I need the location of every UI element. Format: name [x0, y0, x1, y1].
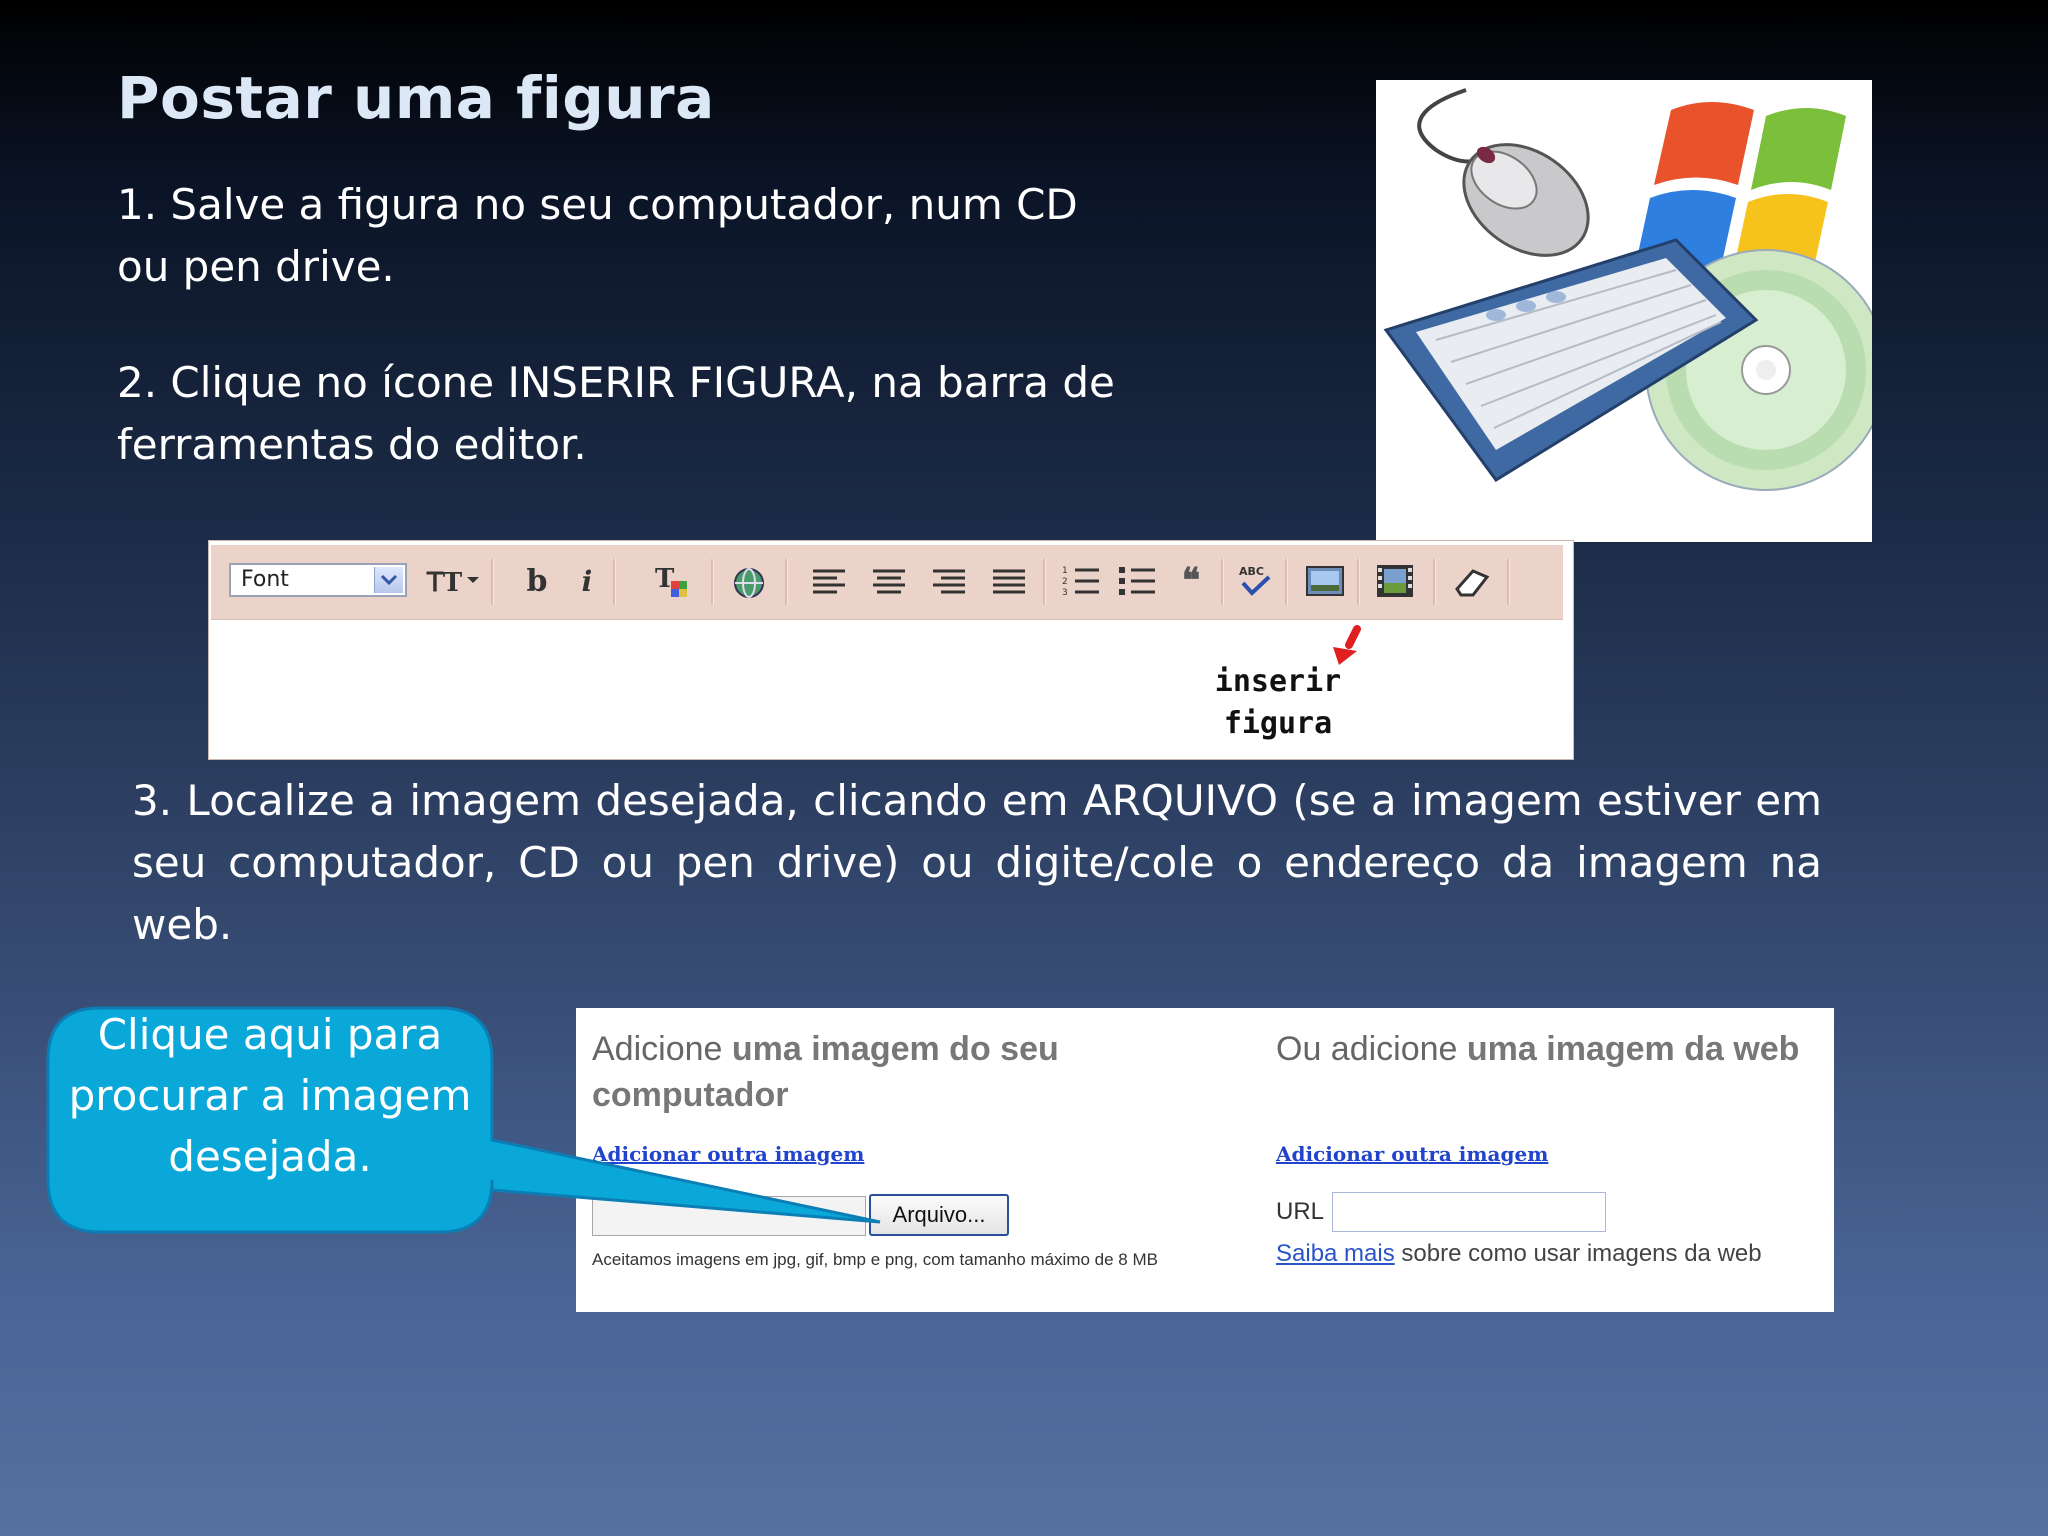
step-3-text: 3. Localize a imagem desejada, clicando … — [132, 776, 1822, 949]
learn-more-link[interactable]: Saiba mais — [1276, 1240, 1395, 1267]
align-right-icon — [933, 569, 965, 594]
toolbar-separator — [711, 559, 714, 605]
computer-clipart — [1376, 80, 1887, 542]
justify-icon — [993, 569, 1025, 594]
eraser-icon — [1455, 569, 1490, 597]
numbered-list-icon: 123 — [1062, 566, 1099, 598]
upload-web-heading-bold: uma imagem da web — [1466, 1030, 1800, 1068]
toolbar-separator — [1043, 559, 1046, 605]
italic-icon: i — [581, 564, 593, 598]
quote-icon: ❝ — [1181, 561, 1201, 601]
clipart-illustration — [1383, 88, 1887, 491]
text-color-icon: T — [655, 564, 687, 597]
add-another-image-link-web[interactable]: Adicionar outra imagem — [1276, 1142, 1548, 1166]
film-icon — [1377, 565, 1413, 597]
file-path-input[interactable] — [592, 1196, 866, 1236]
spellcheck-icon: ABC — [1239, 565, 1271, 596]
italic-button[interactable]: i — [567, 561, 607, 601]
callout-text: Clique aqui para procurar a imagem desej… — [68, 1010, 472, 1181]
remove-formatting-button[interactable] — [1451, 561, 1491, 601]
toolbar-separator — [491, 559, 494, 605]
insert-image-label: inserir figura — [1214, 664, 1342, 741]
upload-web-heading-plain: Ou adicione — [1276, 1030, 1467, 1068]
align-center-icon — [873, 569, 905, 594]
globe-link-icon — [734, 568, 764, 598]
link-button[interactable] — [729, 561, 769, 601]
mouse-icon — [1462, 143, 1590, 257]
toolbar-separator — [613, 559, 616, 605]
url-input[interactable] — [1332, 1192, 1606, 1232]
file-type-note: Aceitamos imagens em jpg, gif, bmp e png… — [592, 1250, 1158, 1269]
browse-file-button[interactable]: Arquivo... — [869, 1194, 1009, 1236]
bulleted-list-button[interactable] — [1117, 561, 1157, 601]
step-1-text: 1. Salve a figura no seu computador, num… — [117, 180, 1078, 291]
spellcheck-button[interactable]: ABC — [1235, 561, 1275, 601]
font-select[interactable]: Font — [229, 563, 407, 597]
slide-title: Postar uma figura — [117, 64, 715, 132]
step-2-text: 2. Clique no ícone INSERIR FIGURA, na ba… — [117, 358, 1115, 469]
learn-more-text: Saiba mais sobre como usar imagens da we… — [1276, 1240, 1762, 1268]
justify-button[interactable] — [989, 561, 1029, 601]
insert-video-button[interactable] — [1375, 561, 1415, 601]
text-color-button[interactable]: T — [653, 561, 693, 601]
align-left-icon — [813, 569, 845, 594]
editor-toolbar: Font ꓔT b i T 1 2 3 ❝ ABC — [211, 545, 1563, 620]
insert-image-icon — [1306, 566, 1344, 596]
upload-computer-heading-plain: Adicione — [592, 1030, 732, 1068]
bold-icon: b — [526, 563, 548, 599]
bulleted-list-icon — [1119, 567, 1155, 595]
align-left-button[interactable] — [809, 561, 849, 601]
svg-text:1: 1 — [1062, 566, 1068, 576]
insert-image-button[interactable] — [1305, 561, 1345, 601]
toolbar-separator — [1357, 559, 1360, 605]
numbered-list-button[interactable]: 123 — [1061, 561, 1101, 601]
font-size-icon: ꓔT — [426, 568, 479, 598]
align-right-button[interactable] — [929, 561, 969, 601]
toolbar-separator — [1507, 559, 1510, 605]
toolbar-separator — [1433, 559, 1436, 605]
url-label: URL — [1276, 1198, 1325, 1225]
chevron-down-icon — [374, 567, 403, 593]
svg-text:ABC: ABC — [1239, 565, 1264, 578]
svg-text:ꓔT: ꓔT — [426, 568, 463, 598]
learn-more-suffix: sobre como usar imagens da web — [1394, 1240, 1762, 1267]
toolbar-separator — [785, 559, 788, 605]
upload-web-heading: Ou adicione uma imagem da web — [1276, 1026, 1816, 1072]
blockquote-button[interactable]: ❝ — [1171, 561, 1211, 601]
add-another-image-link-computer[interactable]: Adicionar outra imagem — [592, 1142, 864, 1166]
bold-button[interactable]: b — [517, 561, 557, 601]
upload-computer-heading: Adicione uma imagem do seu computador — [592, 1026, 1192, 1118]
toolbar-separator — [1221, 559, 1224, 605]
svg-text:2: 2 — [1062, 577, 1068, 587]
image-upload-dialog: Adicione uma imagem do seu computador Ad… — [576, 1008, 1834, 1312]
toolbar-separator — [1285, 559, 1288, 605]
font-size-button[interactable]: ꓔT — [425, 561, 481, 601]
font-select-label: Font — [241, 567, 289, 592]
svg-text:3: 3 — [1062, 588, 1068, 598]
editor-toolbar-screenshot: Font ꓔT b i T 1 2 3 ❝ ABC inserir figura — [208, 540, 1574, 760]
align-center-button[interactable] — [869, 561, 909, 601]
